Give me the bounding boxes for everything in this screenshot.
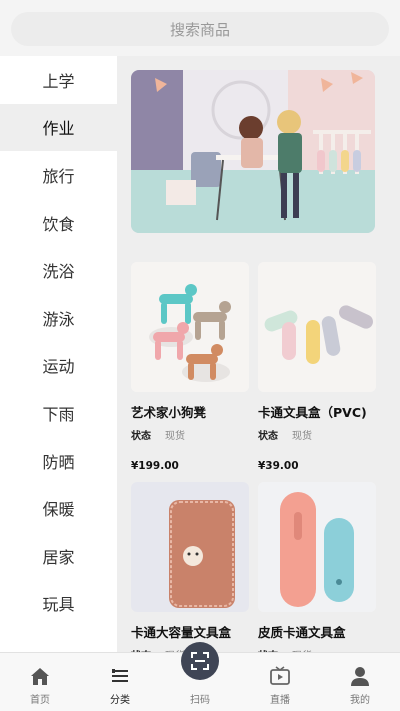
status-label: 状态 (258, 431, 278, 442)
sidebar-item-xiayu[interactable]: 下雨 (0, 389, 117, 437)
user-icon (351, 667, 369, 686)
product-content: 艺术家小狗凳 状态 现货 ¥199.00 卡通文具盒（PVC) 状态 现货 ¥3… (117, 56, 400, 652)
product-card[interactable]: 卡通大容量文具盒 状态 现货 (131, 482, 249, 652)
sidebar-item-yundong[interactable]: 运动 (0, 342, 117, 390)
product-title: 卡通大容量文具盒 (131, 625, 232, 640)
tab-scan-label: 扫码 (190, 695, 210, 706)
product-status: 状态 现货 (258, 427, 376, 442)
status-label: 状态 (131, 431, 151, 442)
product-price: ¥199.00 (131, 460, 179, 472)
sidebar-item-youyong[interactable]: 游泳 (0, 294, 117, 342)
scan-button[interactable] (181, 642, 219, 680)
tab-category[interactable]: 分类 (80, 653, 160, 711)
product-card[interactable]: 艺术家小狗凳 状态 现货 ¥199.00 (131, 262, 249, 472)
sidebar-item-fangshai[interactable]: 防晒 (0, 437, 117, 485)
product-title: 艺术家小狗凳 (131, 405, 207, 420)
tab-mine-label: 我的 (350, 695, 370, 706)
tab-live[interactable]: 直播 (240, 653, 320, 711)
sidebar-item-baonuan[interactable]: 保暖 (0, 484, 117, 532)
category-icon (112, 669, 128, 682)
tab-home[interactable]: 首页 (0, 653, 80, 711)
product-title: 卡通文具盒（PVC) (258, 405, 367, 420)
product-price: ¥39.00 (258, 460, 299, 472)
sidebar-item-wanju[interactable]: 玩具 (0, 580, 117, 628)
promo-banner[interactable] (131, 70, 375, 233)
sidebar-item-lvxing[interactable]: 旅行 (0, 151, 117, 199)
tab-home-label: 首页 (30, 695, 50, 706)
product-image (131, 262, 249, 392)
product-title: 皮质卡通文具盒 (258, 625, 346, 640)
scan-icon (191, 652, 209, 670)
tab-mine[interactable]: 我的 (320, 653, 400, 711)
sidebar-item-shangxue[interactable]: 上学 (0, 56, 117, 104)
home-icon (31, 668, 49, 685)
product-image (131, 482, 249, 612)
sidebar-item-xiyu[interactable]: 洗浴 (0, 246, 117, 294)
product-image (258, 262, 376, 392)
search-placeholder: 搜索商品 (169, 20, 230, 39)
status-value: 现货 (292, 431, 312, 442)
product-card[interactable]: 卡通文具盒（PVC) 状态 现货 ¥39.00 (258, 262, 376, 472)
product-card[interactable]: 皮质卡通文具盒 状态 现货 (258, 482, 376, 652)
tab-category-label: 分类 (110, 695, 130, 706)
tv-icon (270, 666, 290, 685)
sidebar-item-jujia[interactable]: 居家 (0, 532, 117, 580)
category-sidebar: 上学 作业 旅行 饮食 洗浴 游泳 运动 下雨 防晒 保暖 居家 玩具 (0, 56, 117, 652)
status-value: 现货 (165, 431, 185, 442)
tab-live-label: 直播 (270, 695, 290, 706)
sidebar-item-yinshi[interactable]: 饮食 (0, 199, 117, 247)
product-status: 状态 现货 (131, 427, 249, 442)
search-input[interactable]: 搜索商品 (11, 12, 389, 46)
product-image (258, 482, 376, 612)
sidebar-item-zuoye[interactable]: 作业 (0, 103, 117, 152)
